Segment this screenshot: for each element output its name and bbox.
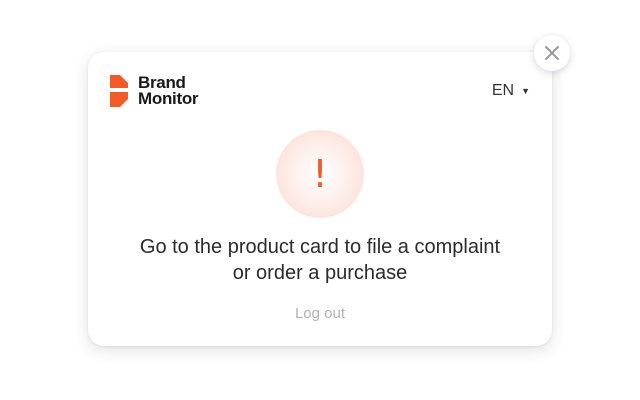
logout-link[interactable]: Log out bbox=[88, 305, 552, 322]
page: Brand Monitor EN ▼ ! Go to the product c… bbox=[0, 0, 640, 400]
brand-name-line2: Monitor bbox=[138, 89, 199, 108]
message-line-2: or order a purchase bbox=[232, 262, 408, 284]
warning-badge: ! bbox=[276, 130, 364, 218]
close-icon bbox=[545, 46, 559, 60]
exclamation-icon: ! bbox=[312, 152, 328, 196]
brand-logo: Brand Monitor bbox=[110, 74, 199, 108]
dialog-message: Go to the product card to file a complai… bbox=[88, 234, 552, 286]
dialog-card: Brand Monitor EN ▼ ! Go to the product c… bbox=[88, 52, 552, 346]
brand-name: Brand Monitor bbox=[138, 74, 199, 108]
brand-mark-icon bbox=[110, 75, 128, 107]
caret-down-icon: ▼ bbox=[521, 86, 530, 96]
message-line-1: Go to the product card to file a complai… bbox=[139, 236, 501, 258]
language-value: EN bbox=[491, 82, 515, 99]
language-selector[interactable]: EN ▼ bbox=[492, 82, 530, 100]
close-button[interactable] bbox=[534, 35, 570, 71]
